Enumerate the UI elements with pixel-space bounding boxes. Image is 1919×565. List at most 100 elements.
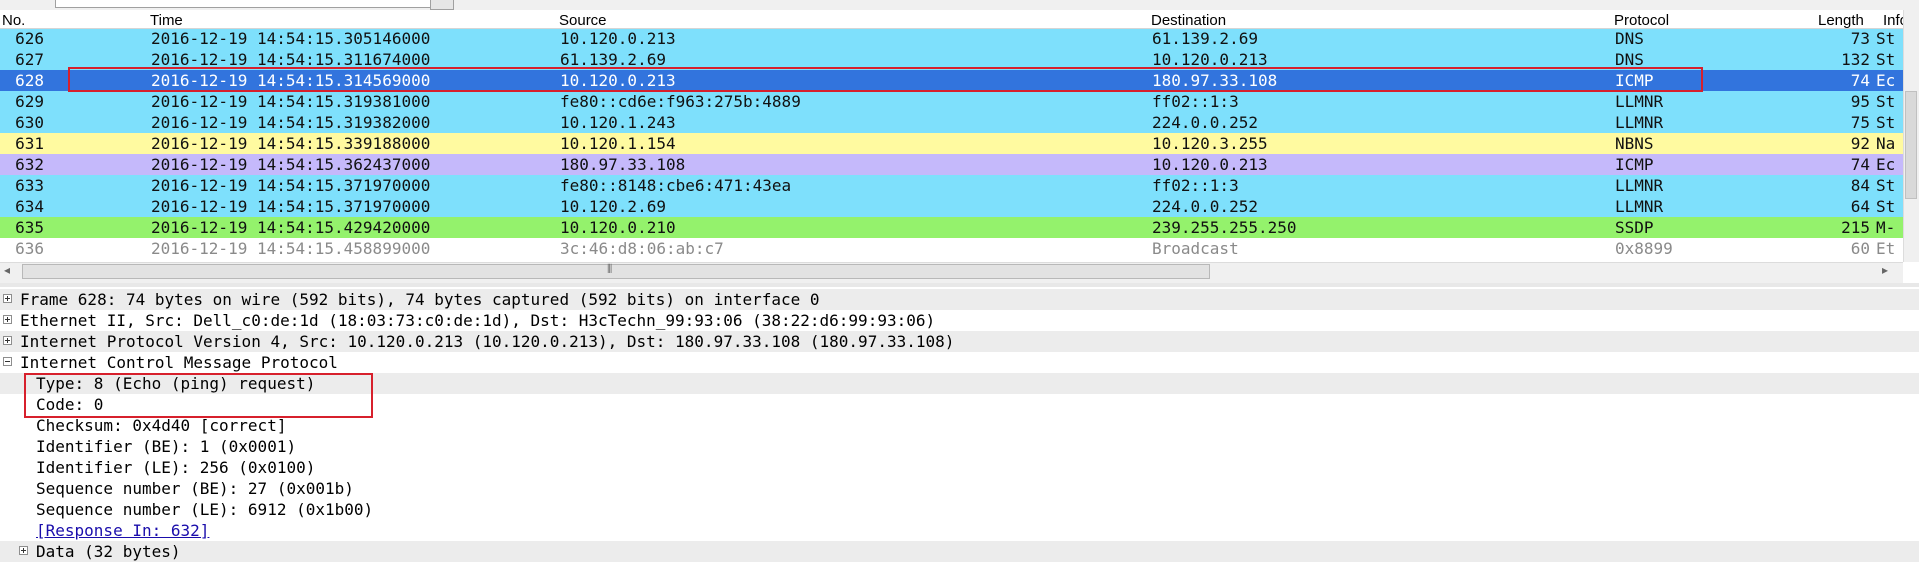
column-header-time[interactable]: Time bbox=[150, 12, 183, 29]
packet-destination: ff02::1:3 bbox=[1152, 92, 1239, 111]
detail-tree-row[interactable]: [Response In: 632] bbox=[0, 520, 1919, 541]
detail-tree-text: Frame 628: 74 bytes on wire (592 bits), … bbox=[20, 290, 820, 309]
packet-row-631[interactable]: 631 2016-12-19 14:54:15.339188000 10.120.1… bbox=[0, 133, 1903, 154]
column-header-destination[interactable]: Destination bbox=[1151, 12, 1226, 29]
packet-no: 634 bbox=[15, 197, 44, 216]
packet-length: 74 bbox=[1850, 155, 1870, 174]
packet-no: 628 bbox=[15, 71, 44, 90]
packet-length: 95 bbox=[1850, 92, 1870, 111]
packet-protocol: LLMNR bbox=[1615, 92, 1664, 111]
detail-tree-text: Sequence number (BE): 27 (0x001b) bbox=[36, 479, 354, 498]
packet-protocol: LLMNR bbox=[1615, 113, 1664, 132]
packet-destination: 61.139.2.69 bbox=[1152, 29, 1258, 48]
packet-protocol: SSDP bbox=[1615, 218, 1654, 237]
response-in-link[interactable]: [Response In: 632] bbox=[36, 520, 209, 541]
packet-row-630[interactable]: 630 2016-12-19 14:54:15.319382000 10.120.1… bbox=[0, 112, 1903, 133]
packet-info: Et bbox=[1876, 239, 1896, 257]
scroll-right-arrow-icon[interactable]: ▸ bbox=[1882, 263, 1888, 277]
scroll-left-arrow-icon[interactable]: ◂ bbox=[4, 263, 10, 277]
packet-time: 2016-12-19 14:54:15.339188000 bbox=[151, 134, 431, 153]
packet-length: 73 bbox=[1850, 29, 1870, 48]
packet-source: 10.120.0.210 bbox=[560, 218, 676, 237]
column-header-length[interactable]: Length bbox=[1818, 12, 1864, 29]
column-header-protocol[interactable]: Protocol bbox=[1614, 12, 1669, 29]
packet-destination: 10.120.3.255 bbox=[1152, 134, 1268, 153]
packet-time: 2016-12-19 14:54:15.305146000 bbox=[151, 29, 431, 48]
packet-no: 631 bbox=[15, 134, 44, 153]
packet-no: 633 bbox=[15, 176, 44, 195]
filter-dropdown-button[interactable] bbox=[430, 0, 454, 10]
detail-tree-row[interactable]: Internet Control Message Protocol bbox=[0, 352, 1919, 373]
detail-tree-row[interactable]: Identifier (LE): 256 (0x0100) bbox=[0, 457, 1919, 478]
packet-destination: 224.0.0.252 bbox=[1152, 113, 1258, 132]
detail-tree-text: Ethernet II, Src: Dell_c0:de:1d (18:03:7… bbox=[20, 311, 936, 330]
packet-info: St bbox=[1876, 176, 1896, 195]
packet-no: 629 bbox=[15, 92, 44, 111]
column-header-source[interactable]: Source bbox=[559, 12, 607, 29]
packet-destination: 224.0.0.252 bbox=[1152, 197, 1258, 216]
detail-tree-row[interactable]: Data (32 bytes) bbox=[0, 541, 1919, 562]
expand-plus-icon[interactable] bbox=[3, 294, 12, 303]
column-header-no[interactable]: No. bbox=[2, 12, 25, 29]
detail-tree-row[interactable]: Checksum: 0x4d40 [correct] bbox=[0, 415, 1919, 436]
packet-source: 10.120.1.243 bbox=[560, 113, 676, 132]
selected-row-highlight-box bbox=[68, 67, 1703, 92]
packet-protocol: ICMP bbox=[1615, 155, 1654, 174]
packet-info: Ec bbox=[1876, 71, 1896, 90]
scroll-grip-icon: ⦀ bbox=[607, 262, 613, 276]
packet-info: St bbox=[1876, 197, 1896, 216]
packet-info: St bbox=[1876, 50, 1896, 69]
packet-info: St bbox=[1876, 113, 1896, 132]
horizontal-scroll-thumb[interactable] bbox=[22, 264, 1210, 279]
packet-time: 2016-12-19 14:54:15.319382000 bbox=[151, 113, 431, 132]
vertical-scroll-thumb[interactable] bbox=[1905, 91, 1917, 199]
packet-no: 632 bbox=[15, 155, 44, 174]
detail-tree-text: Checksum: 0x4d40 [correct] bbox=[36, 416, 287, 435]
packet-row-633[interactable]: 633 2016-12-19 14:54:15.371970000 fe80::81… bbox=[0, 175, 1903, 196]
expand-plus-icon[interactable] bbox=[19, 546, 28, 555]
packet-destination: 10.120.0.213 bbox=[1152, 155, 1268, 174]
packet-no: 630 bbox=[15, 113, 44, 132]
packet-row-636[interactable]: 636 2016-12-19 14:54:15.458899000 3c:46:d8… bbox=[0, 238, 1903, 257]
packet-row-629[interactable]: 629 2016-12-19 14:54:15.319381000 fe80::cd… bbox=[0, 91, 1903, 112]
packet-details-pane: Frame 628: 74 bytes on wire (592 bits), … bbox=[0, 287, 1919, 565]
display-filter-toolbar bbox=[0, 0, 1919, 10]
detail-tree-text: Internet Control Message Protocol bbox=[20, 353, 338, 372]
display-filter-input[interactable] bbox=[55, 0, 454, 8]
packet-row-632[interactable]: 632 2016-12-19 14:54:15.362437000 180.97.3… bbox=[0, 154, 1903, 175]
detail-tree-row[interactable]: Frame 628: 74 bytes on wire (592 bits), … bbox=[0, 289, 1919, 310]
packet-protocol: 0x8899 bbox=[1615, 239, 1673, 257]
packet-destination: ff02::1:3 bbox=[1152, 176, 1239, 195]
packet-protocol: DNS bbox=[1615, 29, 1644, 48]
detail-tree-row[interactable]: Identifier (BE): 1 (0x0001) bbox=[0, 436, 1919, 457]
packet-destination: 239.255.255.250 bbox=[1152, 218, 1297, 237]
packet-destination: Broadcast bbox=[1152, 239, 1239, 257]
packet-length: 92 bbox=[1850, 134, 1870, 153]
packet-row-626[interactable]: 626 2016-12-19 14:54:15.305146000 10.120.0… bbox=[0, 29, 1903, 49]
detail-tree-row[interactable]: Sequence number (BE): 27 (0x001b) bbox=[0, 478, 1919, 499]
packet-protocol: NBNS bbox=[1615, 134, 1654, 153]
packet-length: 215 bbox=[1841, 218, 1870, 237]
packet-no: 626 bbox=[15, 29, 44, 48]
packet-no: 627 bbox=[15, 50, 44, 69]
packet-length: 75 bbox=[1850, 113, 1870, 132]
detail-tree-row[interactable]: Ethernet II, Src: Dell_c0:de:1d (18:03:7… bbox=[0, 310, 1919, 331]
expand-plus-icon[interactable] bbox=[3, 315, 12, 324]
detail-tree-row[interactable]: Sequence number (LE): 6912 (0x1b00) bbox=[0, 499, 1919, 520]
packet-source: 10.120.0.213 bbox=[560, 29, 676, 48]
packet-row-634[interactable]: 634 2016-12-19 14:54:15.371970000 10.120.2… bbox=[0, 196, 1903, 217]
packet-no: 635 bbox=[15, 218, 44, 237]
collapse-minus-icon[interactable] bbox=[3, 357, 12, 366]
packet-info: St bbox=[1876, 29, 1896, 48]
detail-tree-row[interactable]: Internet Protocol Version 4, Src: 10.120… bbox=[0, 331, 1919, 352]
packet-info: Na bbox=[1876, 134, 1896, 153]
icmp-type-code-highlight-box bbox=[24, 373, 373, 418]
packet-protocol: LLMNR bbox=[1615, 176, 1664, 195]
expand-plus-icon[interactable] bbox=[3, 336, 12, 345]
packet-length: 60 bbox=[1850, 239, 1870, 257]
packet-source: 10.120.1.154 bbox=[560, 134, 676, 153]
packet-source: 3c:46:d8:06:ab:c7 bbox=[560, 239, 724, 257]
detail-tree-text: Data (32 bytes) bbox=[36, 542, 181, 561]
packet-time: 2016-12-19 14:54:15.429420000 bbox=[151, 218, 431, 237]
packet-row-635[interactable]: 635 2016-12-19 14:54:15.429420000 10.120.0… bbox=[0, 217, 1903, 238]
